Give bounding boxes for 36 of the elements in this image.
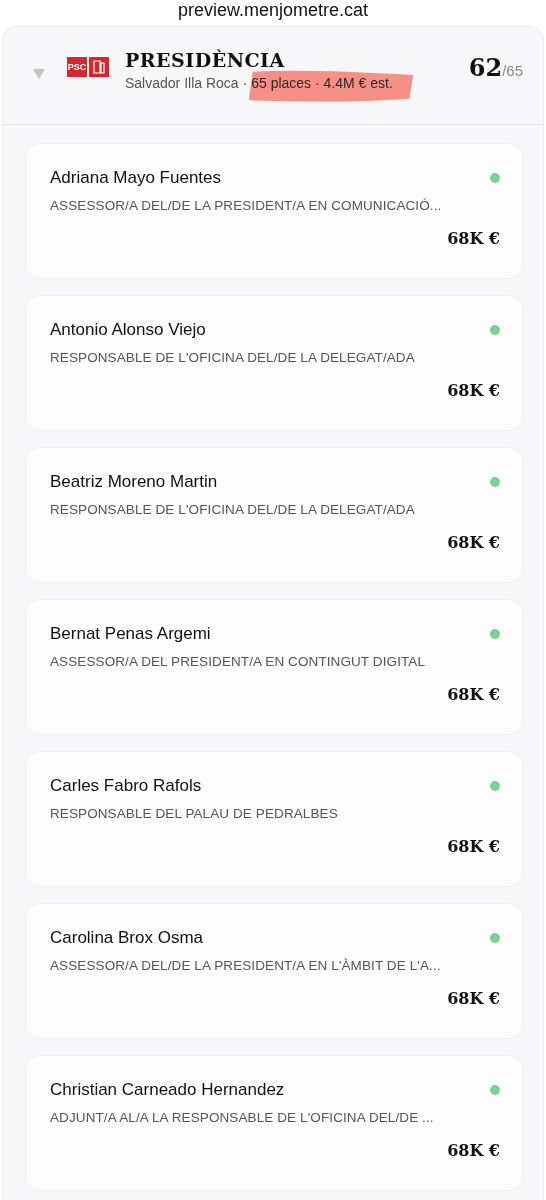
person-card[interactable]: Carles Fabro Rafols RESPONSABLE DEL PALAU DE PEDRALBES 68K € bbox=[25, 751, 523, 887]
collapse-toggle-icon[interactable] bbox=[33, 69, 45, 79]
person-name: Carles Fabro Rafols bbox=[50, 776, 202, 796]
salary-text: 68K € bbox=[447, 381, 500, 400]
job-title: ASSESSOR/A DEL/DE LA PRESIDENT/A EN L'ÀMBIT DE L'A... bbox=[50, 958, 442, 973]
person-name: Christian Carneado Hernandez bbox=[50, 1080, 285, 1100]
person-card[interactable]: Christian Carneado Hernandez ADJUNT/A AL/A LA RESPONSABLE DE L'OFICINA DEL/DE ... 68K € bbox=[25, 1055, 523, 1191]
party-logo-drawing: PSC bbox=[67, 57, 109, 77]
person-card[interactable]: Bernat Penas Argemi ASSESSOR/A DEL PRESIDENT/A EN CONTINGUT DIGITAL 68K € bbox=[25, 599, 523, 735]
person-card[interactable]: Carolina Brox Osma ASSESSOR/A DEL/DE LA PRESIDENT/A EN L'ÀMBIT DE L'A... 68K € bbox=[25, 903, 523, 1039]
person-name: Antonio Alonso Viejo bbox=[50, 320, 206, 340]
job-title: RESPONSABLE DEL PALAU DE PEDRALBES bbox=[50, 806, 339, 821]
person-card[interactable]: Antonio Alonso Viejo RESPONSABLE DE L'OFICINA DEL/DE LA DELEGAT/ADA 68K € bbox=[25, 295, 523, 431]
url-text[interactable]: preview.menjometre.cat bbox=[177, 0, 369, 20]
salary-text: 68K € bbox=[447, 989, 500, 1008]
job-title: RESPONSABLE DE L'OFICINA DEL/DE LA DELEGAT/ADA bbox=[50, 350, 416, 365]
filled-count: 62 bbox=[468, 53, 503, 82]
salary-text: 68K € bbox=[447, 229, 500, 248]
person-name: Bernat Penas Argemi bbox=[50, 624, 211, 644]
total-count: /65 bbox=[502, 62, 523, 79]
person-name: Adriana Mayo Fuentes bbox=[50, 168, 222, 188]
group-title: PRESIDÈNCIA bbox=[125, 49, 286, 71]
job-title: RESPONSABLE DE L'OFICINA DEL/DE LA DELEGAT/ADA bbox=[50, 502, 416, 517]
person-card[interactable]: Beatriz Moreno Martin RESPONSABLE DE L'OFICINA DEL/DE LA DELEGAT/ADA 68K € bbox=[25, 447, 523, 583]
group-stats: · 65 places · 4.4M € est. bbox=[242, 75, 393, 91]
job-title: ASSESSOR/A DEL/DE LA PRESIDENT/A EN COMUNICACIÓ... bbox=[50, 198, 443, 213]
person-name: Beatriz Moreno Martin bbox=[50, 472, 218, 492]
salary-text: 68K € bbox=[447, 837, 500, 856]
person-name: Carolina Brox Osma bbox=[50, 928, 204, 948]
salary-text: 68K € bbox=[447, 1141, 500, 1160]
job-title: ADJUNT/A AL/A LA RESPONSABLE DE L'OFICINA DEL/DE ... bbox=[50, 1110, 435, 1125]
leader-name: Salvador Illa Roca bbox=[125, 75, 239, 91]
salary-text: 68K € bbox=[447, 533, 500, 552]
person-card[interactable]: Adriana Mayo Fuentes ASSESSOR/A DEL/DE LA PRESIDENT/A EN COMUNICACIÓ... 68K € bbox=[25, 143, 523, 279]
job-title: ASSESSOR/A DEL PRESIDENT/A EN CONTINGUT DIGITAL bbox=[50, 654, 427, 669]
salary-text: 68K € bbox=[447, 685, 500, 704]
